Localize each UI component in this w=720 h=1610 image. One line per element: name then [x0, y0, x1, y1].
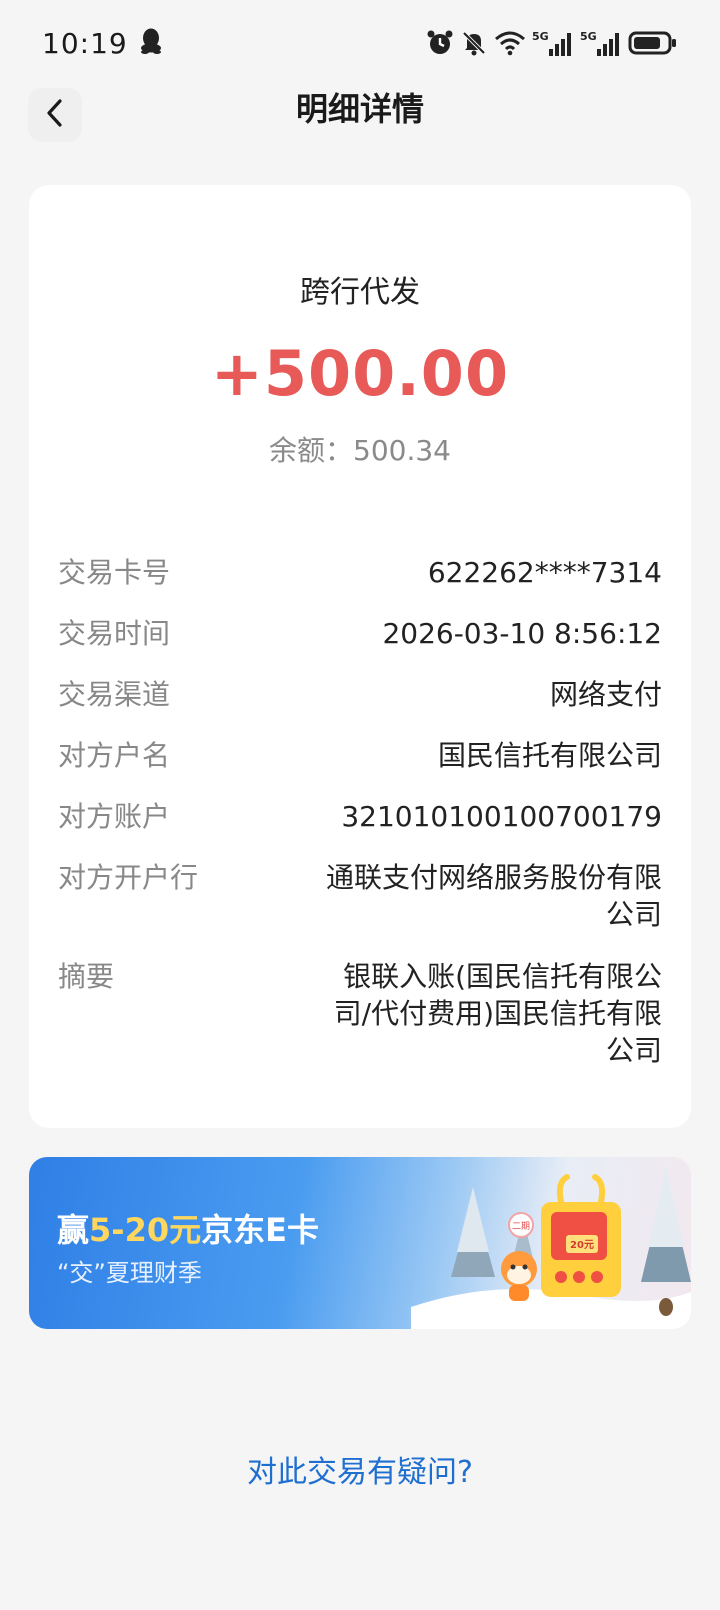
detail-label: 交易卡号 — [58, 556, 171, 589]
detail-label: 对方账户 — [58, 800, 171, 833]
detail-value: 通联支付网络服务股份有限公司 — [325, 861, 662, 931]
mute-icon — [460, 29, 488, 57]
nav-bar: 明细详情 — [0, 86, 720, 186]
status-time: 10:19 — [42, 26, 128, 60]
account-balance: 余额：500.34 — [269, 434, 451, 467]
transaction-amount: +500.00 — [210, 337, 510, 410]
detail-label: 对方户名 — [58, 739, 171, 772]
detail-row-counterparty-bank: 对方开户行 通联支付网络服务股份有限公司 — [58, 859, 662, 933]
promo-title-highlight: 5-20元 — [89, 1211, 202, 1249]
detail-row-channel: 交易渠道 网络支付 — [58, 676, 662, 713]
back-button[interactable] — [28, 88, 82, 142]
svg-text:20元: 20元 — [570, 1239, 594, 1251]
promo-title-suffix: 京东E卡 — [201, 1211, 319, 1249]
transaction-card: 跨行代发 +500.00 余额：500.34 交易卡号 622262****73… — [29, 185, 691, 1128]
detail-row-summary: 摘要 银联入账(国民信托有限公司/代付费用)国民信托有限公司 — [58, 958, 662, 1069]
signal-5g-icon: 5G — [532, 29, 574, 57]
qq-icon — [140, 28, 162, 58]
promo-title: 赢5-20元京东E卡 — [57, 1205, 319, 1251]
transaction-type: 跨行代发 — [300, 275, 420, 310]
wifi-icon — [494, 30, 526, 56]
detail-label: 交易时间 — [58, 617, 171, 650]
promo-banner[interactable]: 赢5-20元京东E卡 “交”夏理财季 20元 二期 — [29, 1157, 691, 1329]
svg-text:5G: 5G — [580, 30, 597, 43]
promo-illustration: 20元 二期 — [411, 1167, 691, 1329]
signal-5g-icon: 5G — [580, 29, 622, 57]
svg-text:5G: 5G — [532, 30, 549, 43]
battery-icon — [628, 30, 678, 56]
detail-value: 国民信托有限公司 — [437, 739, 662, 772]
detail-label: 摘要 — [58, 960, 115, 993]
chevron-left-icon — [44, 98, 66, 132]
question-link[interactable]: 对此交易有疑问? — [0, 1447, 720, 1491]
detail-value[interactable]: 321010100100700179 — [341, 798, 662, 835]
page-title: 明细详情 — [295, 90, 424, 128]
detail-row-card-number: 交易卡号 622262****7314 — [58, 554, 662, 591]
detail-value: 网络支付 — [549, 678, 662, 711]
detail-value: 银联入账(国民信托有限公司/代付费用)国民信托有限公司 — [333, 960, 662, 1067]
svg-text:二期: 二期 — [512, 1221, 530, 1232]
alarm-icon — [426, 29, 454, 57]
detail-label: 对方开户行 — [58, 861, 199, 894]
status-bar: 10:19 5G 5G — [0, 0, 720, 86]
detail-label: 交易渠道 — [58, 678, 171, 711]
promo-title-prefix: 赢 — [57, 1211, 90, 1249]
detail-value[interactable]: 622262****7314 — [428, 554, 662, 591]
promo-subtitle: “交”夏理财季 — [57, 1259, 202, 1287]
detail-row-counterparty-name: 对方户名 国民信托有限公司 — [58, 737, 662, 774]
detail-row-time: 交易时间 2026-03-10 8:56:12 — [58, 615, 662, 652]
detail-row-counterparty-account: 对方账户 321010100100700179 — [58, 798, 662, 835]
detail-value: 2026-03-10 8:56:12 — [382, 617, 662, 650]
